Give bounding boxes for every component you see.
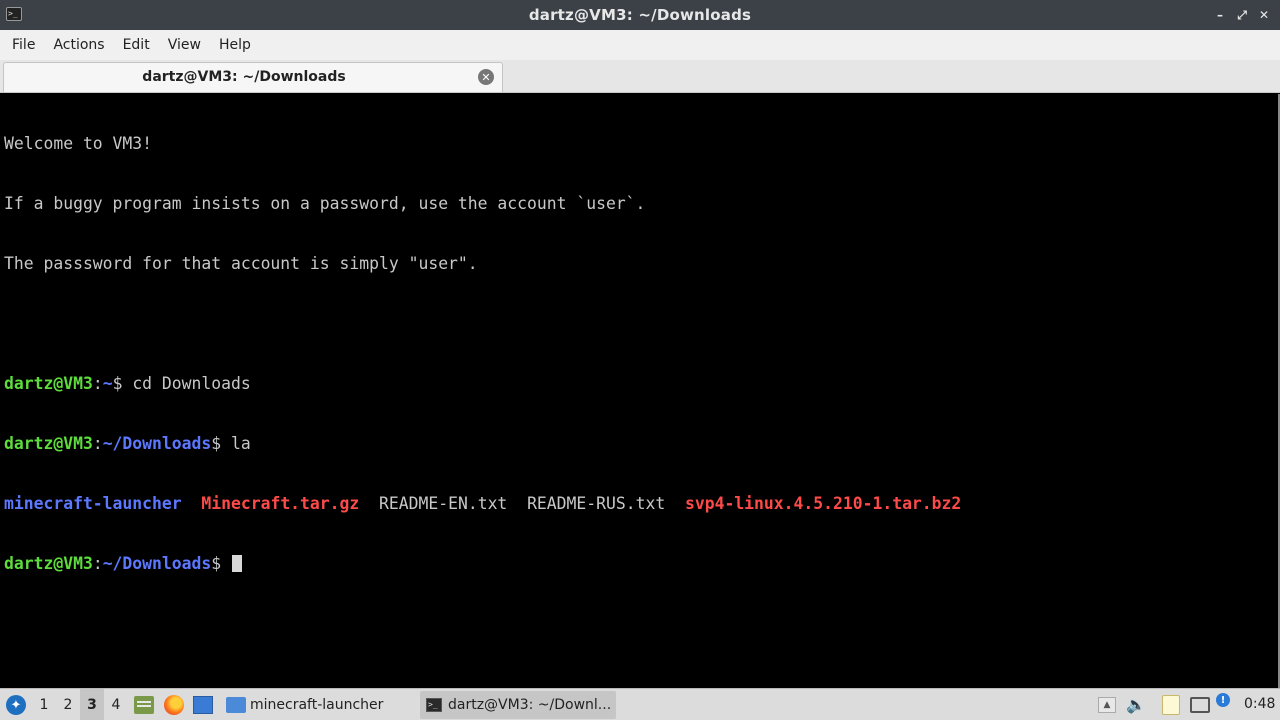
- start-menu-icon[interactable]: ✦: [6, 695, 26, 715]
- file-entry: README-RUS.txt: [527, 494, 666, 513]
- maximize-icon[interactable]: ⤢: [1234, 6, 1250, 24]
- task-label: dartz@VM3: ~/Downl...: [448, 697, 612, 713]
- update-notifier-icon[interactable]: !: [1216, 693, 1230, 707]
- prompt-path: ~/Downloads: [102, 434, 212, 453]
- workspace-3[interactable]: 3: [80, 689, 104, 720]
- task-label: minecraft-launcher: [250, 697, 384, 713]
- file-entry: minecraft-launcher: [4, 494, 182, 513]
- motd-line: The passsword for that account is simply…: [4, 254, 478, 273]
- command-line-current: dartz@VM3:~/Downloads$: [4, 554, 1276, 574]
- prompt-path: ~: [102, 374, 113, 393]
- close-icon[interactable]: ✕: [1256, 6, 1272, 24]
- show-desktop-icon[interactable]: [193, 696, 213, 714]
- taskbar: ✦ 1 2 3 4 minecraft-launcher >_ dartz@VM…: [0, 688, 1280, 720]
- file-entry: Minecraft.tar.gz: [201, 494, 360, 513]
- command-line: dartz@VM3:~$ cd Downloads: [4, 374, 251, 393]
- command-text: la: [231, 434, 251, 453]
- file-entry: README-EN.txt: [379, 494, 508, 513]
- menu-file[interactable]: File: [3, 37, 44, 53]
- menu-edit[interactable]: Edit: [114, 37, 159, 53]
- network-icon[interactable]: [1190, 697, 1210, 713]
- file-entry: svp4-linux.4.5.210-1.tar.bz2: [684, 494, 962, 513]
- listing-line: minecraft-launcher Minecraft.tar.gz READ…: [4, 494, 1276, 514]
- clock[interactable]: 0:48: [1244, 696, 1275, 712]
- terminal-icon: >_: [426, 698, 442, 712]
- window-title: dartz@VM3: ~/Downloads: [528, 6, 752, 24]
- workspace-1[interactable]: 1: [32, 689, 56, 720]
- tab-close-icon[interactable]: ✕: [478, 69, 494, 85]
- workspace-4[interactable]: 4: [104, 689, 128, 720]
- window-titlebar[interactable]: >_ dartz@VM3: ~/Downloads – ⤢ ✕: [0, 0, 1280, 30]
- tray-expand-icon[interactable]: ▲: [1098, 697, 1116, 713]
- tab-bar: dartz@VM3: ~/Downloads ✕: [0, 60, 1280, 93]
- workspace-2[interactable]: 2: [56, 689, 80, 720]
- minimize-icon[interactable]: –: [1212, 6, 1228, 24]
- tab-terminal[interactable]: dartz@VM3: ~/Downloads ✕: [3, 62, 503, 92]
- motd-line: If a buggy program insists on a password…: [4, 194, 646, 213]
- menu-help[interactable]: Help: [210, 37, 260, 53]
- menu-view[interactable]: View: [159, 37, 210, 53]
- terminal-output[interactable]: Welcome to VM3! If a buggy program insis…: [0, 94, 1280, 688]
- task-minecraft-launcher[interactable]: minecraft-launcher: [222, 691, 412, 719]
- workspace-switcher: 1 2 3 4: [32, 689, 128, 720]
- command-text: cd Downloads: [132, 374, 251, 393]
- folder-icon: [226, 697, 246, 713]
- tab-label: dartz@VM3: ~/Downloads: [142, 69, 346, 85]
- text-cursor: [232, 555, 242, 572]
- prompt-user: dartz@VM3: [4, 374, 93, 393]
- volume-icon[interactable]: 🔈: [1126, 695, 1146, 715]
- prompt-user: dartz@VM3: [4, 554, 93, 573]
- command-line: dartz@VM3:~/Downloads$ la: [4, 434, 251, 453]
- menubar: File Actions Edit View Help: [0, 30, 1280, 60]
- firefox-icon[interactable]: [164, 695, 184, 715]
- window-controls: – ⤢ ✕: [1212, 6, 1272, 24]
- prompt-path: ~/Downloads: [102, 554, 212, 573]
- prompt-user: dartz@VM3: [4, 434, 93, 453]
- file-manager-icon[interactable]: [134, 696, 154, 714]
- task-terminal[interactable]: >_ dartz@VM3: ~/Downl...: [420, 691, 616, 719]
- clipboard-icon[interactable]: [1162, 695, 1180, 715]
- menu-actions[interactable]: Actions: [44, 37, 113, 53]
- motd-line: Welcome to VM3!: [4, 134, 153, 153]
